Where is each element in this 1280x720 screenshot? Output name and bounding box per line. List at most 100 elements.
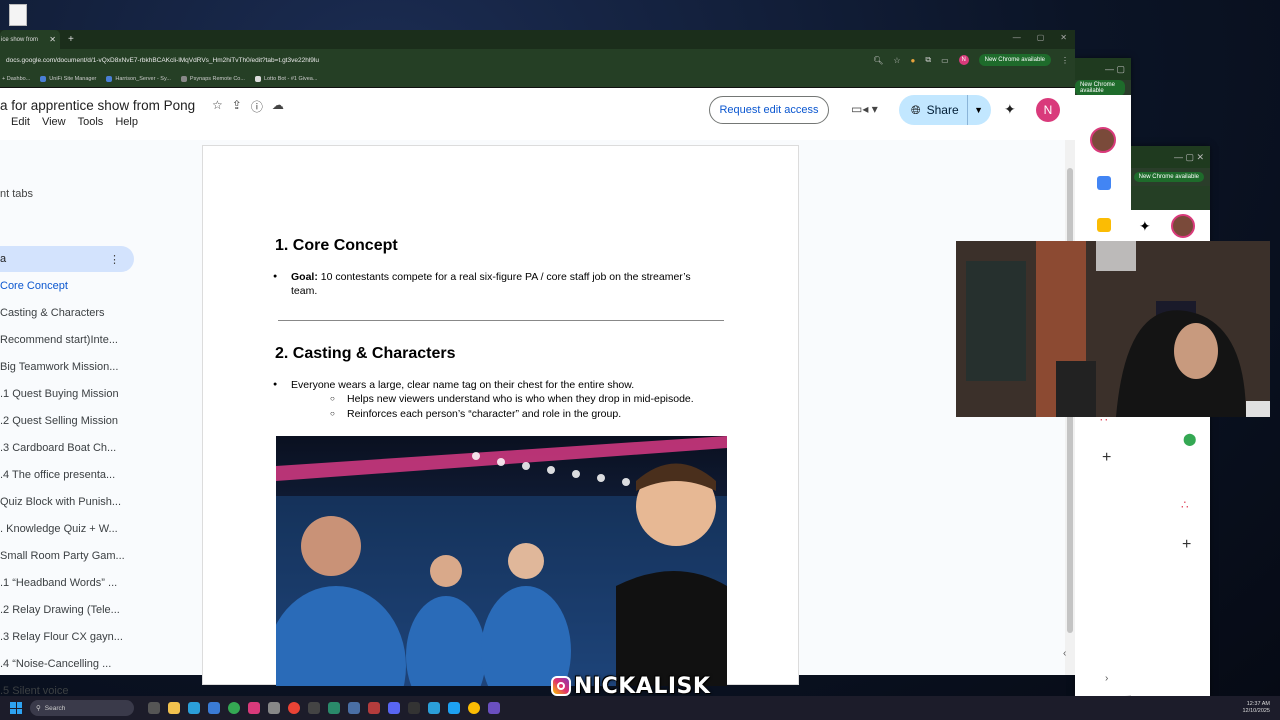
taskbar-search[interactable]: ⚲ Search — [30, 700, 134, 716]
new-tab-button[interactable]: + — [60, 30, 82, 49]
task-view-icon[interactable] — [148, 702, 160, 714]
outline-item[interactable]: Casting & Characters — [0, 307, 125, 334]
move-to-drive-icon[interactable]: ⇪ — [232, 98, 242, 115]
keep-icon[interactable] — [1097, 218, 1111, 232]
chrome-icon[interactable] — [288, 702, 300, 714]
dots-icon[interactable]: ∴ — [1181, 498, 1189, 512]
outline-active-tab[interactable]: a ⋮ — [0, 246, 134, 272]
close-window-icon[interactable]: ✕ — [1060, 33, 1067, 42]
contestants-photo[interactable] — [276, 436, 727, 686]
app-icon[interactable] — [388, 702, 400, 714]
zoom-icon[interactable]: 🔍︎ — [873, 56, 883, 65]
app-icon[interactable] — [268, 702, 280, 714]
outline-item[interactable]: .1 Quest Buying Mission — [0, 388, 125, 415]
document-title[interactable]: a for apprentice show from Pong — [0, 98, 195, 113]
app-icon[interactable] — [348, 702, 360, 714]
menu-view[interactable]: View — [42, 116, 66, 128]
close-tab-icon[interactable]: ✕ — [49, 35, 60, 44]
avatar[interactable] — [1090, 127, 1116, 153]
app-icon[interactable] — [368, 702, 380, 714]
extension-icon[interactable]: ● — [911, 56, 916, 65]
add-icon[interactable]: + — [1102, 449, 1111, 467]
menu-tools[interactable]: Tools — [78, 116, 104, 128]
menu-kebab-icon[interactable]: ⋮ — [1061, 56, 1069, 65]
outline-item[interactable]: .1 “Headband Words” ... — [0, 577, 125, 604]
minimize-icon[interactable]: — — [1013, 33, 1021, 42]
bookmark-item[interactable]: UniFi Site Manager — [40, 76, 96, 82]
edge-icon[interactable] — [188, 702, 200, 714]
desktop-file-icon[interactable] — [9, 4, 27, 26]
add-icon[interactable]: + — [1182, 536, 1191, 554]
menu-edit[interactable]: Edit — [11, 116, 30, 128]
chrome-icon[interactable] — [228, 702, 240, 714]
new-chrome-badge[interactable]: New Chrome available — [1075, 80, 1125, 96]
app-icon[interactable] — [448, 702, 460, 714]
outline-item[interactable]: Core Concept — [0, 280, 125, 307]
app-icon[interactable] — [248, 702, 260, 714]
outline-item[interactable]: .4 “Noise-Cancelling ... — [0, 658, 125, 685]
info-icon[interactable]: ⓘ — [251, 98, 263, 115]
name-tag-bullet: Everyone wears a large, clear name tag o… — [273, 378, 691, 392]
outline-item[interactable]: .4 The office presenta... — [0, 469, 125, 496]
bookmark-item[interactable]: + Dashbo... — [2, 76, 30, 82]
maximize-icon[interactable]: ▢ — [1037, 33, 1045, 42]
collapse-panel-icon[interactable]: ‹ — [1063, 648, 1066, 659]
app-icon[interactable] — [408, 702, 420, 714]
outline-item[interactable]: . Knowledge Quiz + W... — [0, 523, 125, 550]
outline-item[interactable]: .3 Cardboard Boat Ch... — [0, 442, 125, 469]
calendar-icon[interactable] — [1097, 176, 1111, 190]
outline-item[interactable]: Big Teamwork Mission... — [0, 361, 125, 388]
outline-item[interactable]: .3 Relay Flour CX gayn... — [0, 631, 125, 658]
more-options-icon[interactable]: ⋮ — [109, 253, 120, 266]
taskbar: ⚲ Search 12:37 AM 12/10/2025 — [0, 696, 1280, 720]
watermark-text: NICKALISK — [574, 673, 711, 699]
bookmark-star-icon[interactable]: ☆ — [893, 56, 900, 65]
bg-address-bar: New Chrome available — [1075, 80, 1131, 96]
profile-icon[interactable]: N — [958, 55, 969, 65]
chrome-icon[interactable] — [468, 702, 480, 714]
file-explorer-icon[interactable] — [168, 702, 180, 714]
outline-item[interactable]: Recommend start)Inte... — [0, 334, 125, 361]
document-tabs-header: nt tabs — [0, 188, 34, 200]
background-chrome-window-2[interactable]: — ▢ ✕ New Chrome available ✦ ⬤ ∴ + — [1131, 146, 1210, 698]
docs-header: a for apprentice show from Pong ☆ ⇪ ⓘ ☁ … — [0, 88, 1075, 140]
window-controls: — ▢ — [1075, 58, 1131, 80]
request-edit-access-button[interactable]: Request edit access — [709, 96, 829, 124]
star-icon[interactable]: ☆ — [212, 98, 223, 115]
new-chrome-badge[interactable]: New Chrome available — [978, 54, 1051, 66]
app-icon[interactable] — [488, 702, 500, 714]
cloud-status-icon[interactable]: ☁ — [272, 98, 284, 115]
app-icon[interactable] — [428, 702, 440, 714]
system-clock[interactable]: 12:37 AM 12/10/2025 — [1242, 701, 1270, 715]
instagram-icon — [551, 676, 571, 696]
app-icon[interactable] — [328, 702, 340, 714]
new-chrome-badge[interactable]: New Chrome available — [1133, 172, 1204, 182]
bg-toolbar — [1131, 186, 1210, 210]
outline-item[interactable]: Small Room Party Gam... — [0, 550, 125, 577]
store-icon[interactable] — [208, 702, 220, 714]
side-panel-icon[interactable]: ▭ — [941, 56, 949, 65]
maps-icon[interactable]: ⬤ — [1183, 432, 1196, 446]
extensions-puzzle-icon[interactable]: ⧉ — [925, 55, 931, 65]
meet-icon[interactable]: ▭◂ ▾ — [851, 102, 878, 116]
user-avatar[interactable]: N — [1036, 98, 1060, 122]
taskbar-apps — [148, 702, 500, 714]
share-dropdown-icon[interactable]: ▼ — [967, 95, 983, 125]
outline-item[interactable]: .2 Relay Drawing (Tele... — [0, 604, 125, 631]
share-button[interactable]: 🌐︎ Share ▼ — [899, 95, 991, 125]
bookmark-item[interactable]: Psynaps Remote Co... — [180, 76, 245, 82]
windows-start-icon[interactable] — [10, 702, 22, 714]
avatar[interactable] — [1171, 214, 1195, 238]
menu-help[interactable]: Help — [115, 116, 138, 128]
document-page[interactable]: 1. Core Concept Goal: 10 contestants com… — [202, 145, 799, 686]
url-field[interactable]: docs.google.com/document/d/1-vQxD8xNvE7-… — [6, 57, 873, 64]
outline-item[interactable]: .2 Quest Selling Mission — [0, 415, 125, 442]
bookmark-item[interactable]: Lotto Bot - #1 Givea... — [254, 76, 317, 82]
chevron-right-icon[interactable]: › — [1105, 673, 1108, 684]
spark-icon[interactable]: ✦ — [1139, 218, 1151, 235]
bookmark-item[interactable]: Harrison_Server - Sy... — [106, 76, 171, 82]
tab-google-doc[interactable]: ice show from ✕ — [0, 30, 60, 49]
gemini-icon[interactable]: ✦ — [1004, 101, 1016, 118]
app-icon[interactable] — [308, 702, 320, 714]
outline-item[interactable]: Quiz Block with Punish... — [0, 496, 125, 523]
